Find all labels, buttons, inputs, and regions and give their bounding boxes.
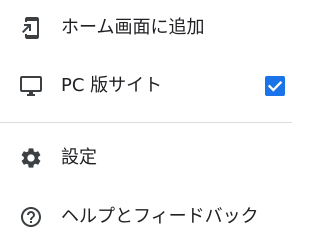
desktop-site-checkbox[interactable] — [265, 76, 285, 96]
settings-label: 設定 — [61, 147, 97, 168]
desktop-site-menu-item[interactable]: PC 版サイト — [0, 62, 309, 110]
desktop-computer-icon — [13, 62, 49, 110]
help-feedback-menu-item[interactable]: ヘルプとフィードバック — [0, 193, 309, 241]
menu-divider — [0, 122, 292, 123]
add-to-home-screen-label: ホーム画面に追加 — [61, 17, 205, 38]
overflow-menu: ホーム画面に追加 PC 版サイト 設定 ヘルプとフィードバック — [0, 0, 309, 247]
add-to-home-screen-menu-item[interactable]: ホーム画面に追加 — [0, 4, 309, 52]
checkmark-icon — [265, 76, 285, 96]
help-feedback-label: ヘルプとフィードバック — [61, 206, 259, 227]
settings-menu-item[interactable]: 設定 — [0, 134, 309, 182]
gear-icon — [13, 134, 49, 182]
add-to-home-screen-icon — [13, 4, 49, 52]
desktop-site-label: PC 版サイト — [61, 75, 163, 96]
help-circle-icon — [13, 193, 49, 241]
